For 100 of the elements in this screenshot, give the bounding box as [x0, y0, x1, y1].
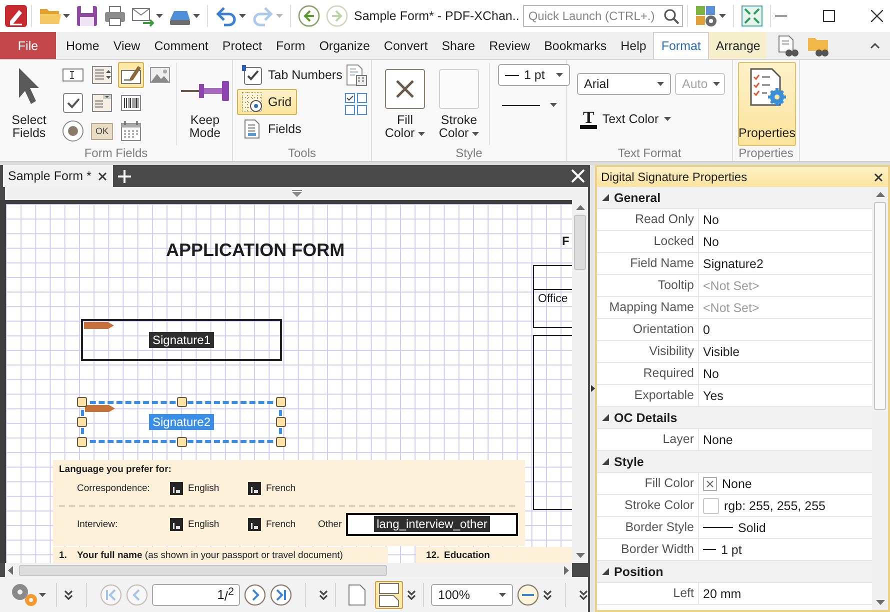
resize-handle[interactable]	[177, 437, 187, 447]
continuous-view-button[interactable]	[375, 580, 403, 608]
property-value[interactable]: 1 pt	[721, 542, 742, 556]
property-value[interactable]: Visible	[703, 344, 740, 358]
select-fields-button[interactable]: Select Fields	[4, 62, 54, 146]
no-color-swatch-icon[interactable]	[703, 476, 717, 490]
double-chevron-icon[interactable]	[579, 590, 588, 600]
section-header[interactable]: Style	[597, 451, 872, 473]
scroll-left-icon[interactable]	[8, 566, 13, 574]
maximize-icon[interactable]	[823, 10, 836, 22]
font-dropdown[interactable]: Arial	[577, 73, 671, 95]
double-chevron-icon[interactable]	[543, 590, 552, 600]
color-button[interactable]: Stroke Color	[434, 62, 484, 146]
next-page-icon[interactable]	[244, 584, 266, 606]
double-chevron-icon[interactable]	[64, 590, 73, 600]
ribbon-tab[interactable]: Organize	[312, 32, 377, 59]
ribbon-tab[interactable]: Format	[653, 32, 709, 59]
horizontal-scrollbar[interactable]	[5, 563, 572, 577]
resize-handle[interactable]	[177, 397, 187, 407]
property-name: Stroke Color	[597, 495, 699, 516]
keep-mode-button[interactable]: Keep Mode	[180, 62, 230, 146]
file-tab[interactable]: File	[0, 32, 56, 59]
tab-numbers-button[interactable]: Tab Numbers	[237, 62, 348, 88]
checkbox-field-icon[interactable]	[170, 482, 183, 494]
text-field[interactable]: lang_interview_other	[346, 512, 518, 536]
form-tool-button[interactable]	[60, 118, 86, 144]
expander-icon[interactable]	[602, 568, 609, 575]
double-chevron-icon[interactable]	[319, 590, 328, 600]
close-icon[interactable]	[98, 172, 107, 180]
section-header[interactable]: OC Details	[597, 407, 872, 429]
form-tool-button[interactable]	[118, 62, 144, 88]
search-icon[interactable]	[664, 8, 680, 24]
property-value[interactable]: Solid	[738, 520, 766, 534]
option-label: French	[266, 518, 296, 530]
property-value[interactable]: No	[703, 366, 719, 380]
scroll-up-icon[interactable]	[576, 205, 584, 210]
ribbon-tab[interactable]: Arrange	[708, 32, 768, 59]
properties-button[interactable]: Properties	[738, 62, 796, 146]
checkbox-field-icon[interactable]	[170, 518, 183, 530]
property-value[interactable]: 20 mm	[703, 586, 742, 600]
expand-arrow-icon[interactable]	[590, 385, 594, 392]
checkbox-field-icon[interactable]	[248, 482, 261, 494]
grid-button[interactable]: Grid	[237, 89, 297, 115]
signature-field[interactable]: Signature1	[81, 319, 282, 361]
scroll-right-icon[interactable]	[564, 566, 569, 574]
vertical-scrollbar[interactable]	[872, 187, 888, 610]
double-chevron-icon[interactable]	[407, 590, 416, 600]
page-number-field[interactable]: 1/$^{2}$	[152, 584, 240, 606]
quick-launch-field[interactable]: Quick Launch (CTRL+.)	[523, 5, 684, 27]
color-button[interactable]: Fill Color	[380, 62, 430, 146]
ribbon-tab[interactable]: Comment	[147, 32, 216, 59]
line-width-dropdown[interactable]: 1 pt	[498, 64, 570, 86]
arrange-fields-button[interactable]	[343, 91, 369, 117]
minimize-icon[interactable]	[775, 15, 788, 17]
ribbon-tab[interactable]: Form	[269, 32, 312, 59]
expander-icon[interactable]	[602, 194, 609, 201]
ribbon-tab[interactable]: Share	[434, 32, 482, 59]
scroll-down-icon[interactable]	[576, 553, 584, 558]
property-value[interactable]: None	[703, 432, 733, 446]
fields-button[interactable]: Fields	[237, 116, 306, 142]
zoom-dropdown[interactable]: 100%	[431, 584, 513, 606]
expander-icon[interactable]	[602, 414, 609, 421]
app-logo-icon[interactable]	[5, 5, 27, 27]
scrollbar-thumb[interactable]	[874, 202, 886, 410]
document-tab[interactable]: Sample Form *	[3, 165, 113, 187]
form-tool-button[interactable]	[118, 118, 144, 144]
zoom-out-icon[interactable]	[517, 584, 539, 606]
scrollbar-thumb[interactable]	[19, 564, 387, 576]
ribbon-tab[interactable]: Home	[59, 32, 106, 59]
ribbon-tab[interactable]: Bookmarks	[537, 32, 614, 59]
vertical-scrollbar[interactable]	[572, 200, 588, 563]
property-value[interactable]: Signature2	[703, 256, 764, 270]
scrollbar-thumb[interactable]	[574, 215, 586, 270]
ribbon-tab[interactable]: Convert	[376, 32, 435, 59]
property-value[interactable]: No	[703, 234, 719, 248]
last-page-icon[interactable]	[270, 584, 292, 606]
expander-icon[interactable]	[602, 458, 609, 465]
row-label: Correspondence:	[77, 482, 151, 494]
text-color-button[interactable]: T Text Color	[577, 107, 674, 131]
ribbon-tab[interactable]: Help	[614, 32, 654, 59]
color-swatch-icon[interactable]	[703, 498, 719, 514]
ribbon-tab[interactable]: View	[106, 32, 148, 59]
collapse-arrow-icon[interactable]	[292, 190, 302, 197]
property-value[interactable]: No	[703, 212, 719, 226]
close-icon[interactable]	[871, 10, 884, 22]
property-value[interactable]: Yes	[703, 388, 724, 402]
ribbon-tab[interactable]: Review	[482, 32, 538, 59]
scroll-down-icon[interactable]	[876, 600, 884, 605]
checkbox-field-icon[interactable]	[248, 518, 261, 530]
section-header[interactable]: General	[597, 187, 872, 209]
document-binoculars-icon[interactable]	[777, 34, 800, 56]
property-value[interactable]: rgb: 255, 255, 255	[724, 498, 826, 512]
ribbon-tab[interactable]: Protect	[215, 32, 270, 59]
form-tool-button[interactable]	[60, 90, 86, 116]
section-header[interactable]: Position	[597, 561, 872, 583]
scroll-up-icon[interactable]	[876, 192, 884, 197]
close-icon[interactable]	[874, 172, 883, 182]
collapse-caret-icon[interactable]	[870, 42, 880, 48]
property-value[interactable]: None	[722, 476, 752, 490]
property-value[interactable]: 0	[703, 322, 710, 336]
